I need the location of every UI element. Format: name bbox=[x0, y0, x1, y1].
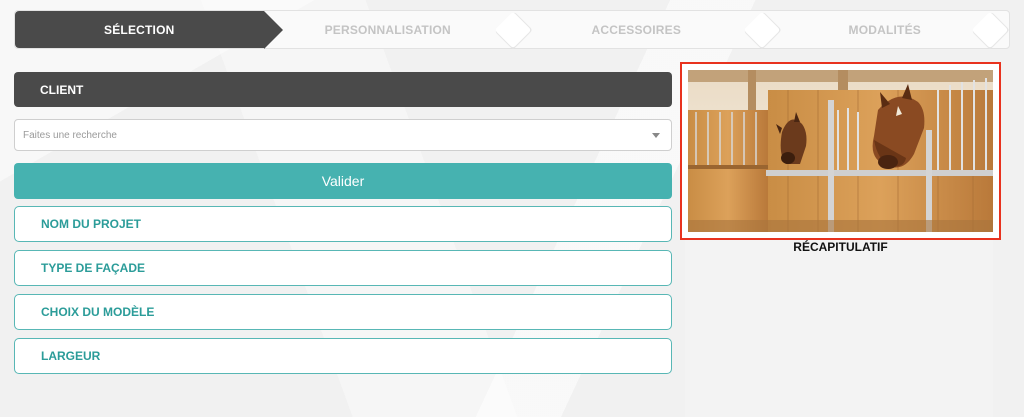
client-search-select[interactable]: Faites une recherche bbox=[14, 119, 672, 151]
step-chevron-icon bbox=[971, 11, 1009, 49]
field-label: CHOIX DU MODÈLE bbox=[41, 305, 155, 319]
step-selection[interactable]: SÉLECTION bbox=[15, 11, 282, 49]
step-modalites[interactable]: MODALITÉS bbox=[761, 11, 1010, 49]
step-navigation: SÉLECTION PERSONNALISATION ACCESSOIRES M… bbox=[14, 10, 1010, 49]
client-header-label: CLIENT bbox=[40, 82, 84, 97]
facade-type-field[interactable]: TYPE DE FAÇADE bbox=[14, 250, 672, 286]
horse-stable-image bbox=[688, 70, 993, 232]
model-choice-field[interactable]: CHOIX DU MODÈLE bbox=[14, 294, 672, 330]
product-image-frame bbox=[680, 62, 1001, 240]
step-personnalisation[interactable]: PERSONNALISATION bbox=[264, 11, 532, 49]
step-label: MODALITÉS bbox=[848, 22, 921, 37]
validate-button[interactable]: Valider bbox=[14, 163, 672, 199]
summary-title: RÉCAPITULATIF bbox=[793, 240, 888, 254]
chevron-down-icon bbox=[652, 133, 660, 138]
step-label: SÉLECTION bbox=[104, 22, 175, 37]
step-label: PERSONNALISATION bbox=[324, 22, 451, 37]
field-label: TYPE DE FAÇADE bbox=[41, 261, 146, 275]
field-label: NOM DU PROJET bbox=[41, 217, 142, 231]
width-field[interactable]: LARGEUR bbox=[14, 338, 672, 374]
step-accessoires[interactable]: ACCESSOIRES bbox=[512, 11, 780, 49]
search-placeholder: Faites une recherche bbox=[23, 129, 117, 141]
project-name-field[interactable]: NOM DU PROJET bbox=[14, 206, 672, 242]
field-label: LARGEUR bbox=[41, 349, 101, 363]
step-label: ACCESSOIRES bbox=[591, 22, 682, 37]
client-section-header: CLIENT bbox=[14, 72, 672, 107]
